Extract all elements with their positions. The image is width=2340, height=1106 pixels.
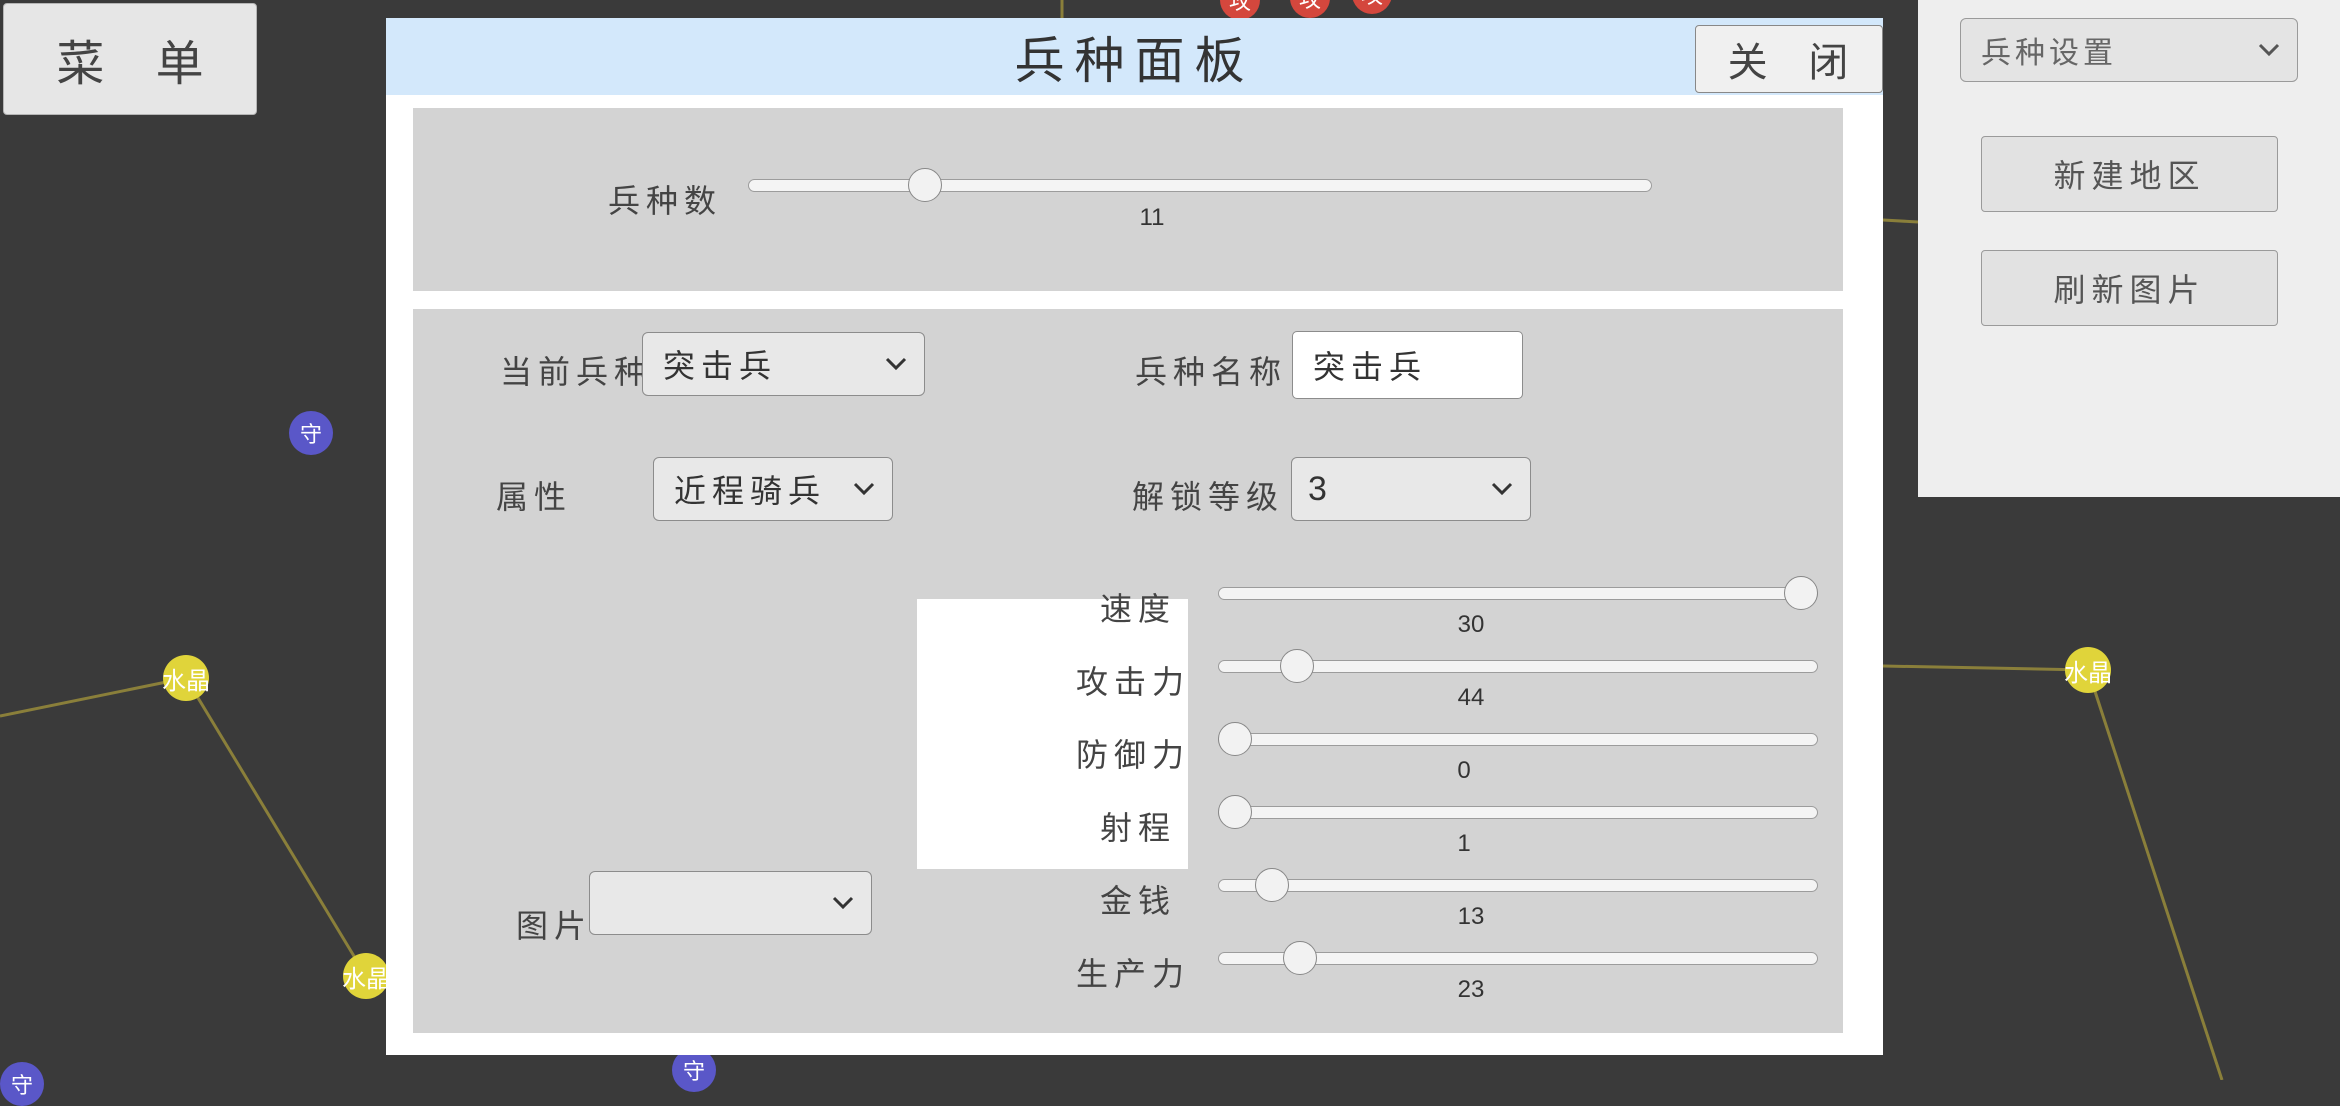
- slider-thumb[interactable]: [1784, 576, 1818, 610]
- attack-label: 攻击力: [1076, 663, 1191, 701]
- slider-track: [1218, 879, 1818, 892]
- map-node-defend[interactable]: 守: [0, 1062, 44, 1106]
- map-road: [1882, 218, 1919, 224]
- slider-thumb[interactable]: [1280, 649, 1315, 683]
- current-unit-select[interactable]: 突击兵: [642, 332, 925, 396]
- side-panel: 兵种设置 新建地区 刷新图片: [1918, 0, 2340, 497]
- attack-slider[interactable]: [1218, 646, 1818, 686]
- chevron-down-icon: [1491, 482, 1513, 496]
- speed-value: 30: [1457, 611, 1485, 638]
- production-label: 生产力: [1076, 955, 1191, 993]
- mode-select[interactable]: 兵种设置: [1960, 18, 2298, 82]
- unit-count-slider[interactable]: [748, 165, 1652, 205]
- money-slider[interactable]: [1218, 865, 1818, 905]
- unit-count-value: 11: [1139, 204, 1165, 231]
- attack-value: 44: [1457, 684, 1485, 711]
- unlock-level-label: 解锁等级: [1132, 478, 1285, 516]
- range-value: 1: [1457, 830, 1471, 857]
- attribute-value: 近程骑兵: [674, 472, 827, 510]
- money-label: 金钱: [1100, 882, 1177, 920]
- dialog-title: 兵种面板: [1014, 31, 1255, 90]
- slider-track: [748, 179, 1652, 192]
- range-label: 射程: [1100, 809, 1177, 847]
- map-road: [0, 676, 187, 718]
- refresh-image-button[interactable]: 刷新图片: [1981, 250, 2278, 326]
- map-node-crystal[interactable]: 水晶: [162, 655, 210, 701]
- unlock-level-select[interactable]: 3: [1291, 457, 1531, 521]
- attribute-select[interactable]: 近程骑兵: [653, 457, 893, 521]
- chevron-down-icon: [885, 357, 907, 371]
- unit-name-label: 兵种名称: [1135, 353, 1288, 391]
- money-value: 13: [1457, 903, 1485, 930]
- unit-name-value: 突击兵: [1313, 348, 1428, 386]
- defense-value: 0: [1457, 757, 1471, 784]
- speed-slider[interactable]: [1218, 573, 1818, 613]
- production-value: 23: [1457, 976, 1485, 1003]
- unit-panel-dialog: 兵种面板 关 闭 兵种数 11 当前兵种 突击兵 兵种名称 突击兵 属性 近程骑…: [386, 18, 1883, 1055]
- slider-track: [1218, 587, 1818, 600]
- unit-count-label: 兵种数: [608, 182, 723, 220]
- mode-select-value: 兵种设置: [1981, 36, 2117, 71]
- range-slider[interactable]: [1218, 792, 1818, 832]
- speed-label: 速度: [1100, 590, 1177, 628]
- map-node-defend[interactable]: 守: [289, 411, 333, 455]
- defense-slider[interactable]: [1218, 719, 1818, 759]
- current-unit-value: 突击兵: [663, 347, 778, 385]
- image-select[interactable]: [589, 871, 872, 935]
- slider-thumb[interactable]: [1218, 722, 1252, 756]
- menu-button[interactable]: 菜 单: [3, 3, 257, 115]
- map-road: [184, 677, 368, 977]
- close-button[interactable]: 关 闭: [1695, 25, 1883, 93]
- slider-thumb[interactable]: [907, 168, 942, 202]
- slider-thumb[interactable]: [1218, 795, 1252, 829]
- map-node-crystal[interactable]: 水晶: [342, 953, 390, 999]
- chevron-down-icon: [2258, 43, 2280, 57]
- production-slider[interactable]: [1218, 938, 1818, 978]
- slider-thumb[interactable]: [1254, 868, 1289, 902]
- chevron-down-icon: [832, 896, 854, 910]
- map-road: [2086, 669, 2224, 1080]
- current-unit-label: 当前兵种: [500, 353, 653, 391]
- slider-track: [1218, 806, 1818, 819]
- map-road: [1882, 664, 2089, 672]
- slider-track: [1218, 733, 1818, 746]
- chevron-down-icon: [853, 482, 875, 496]
- new-region-button[interactable]: 新建地区: [1981, 136, 2278, 212]
- map-node-crystal[interactable]: 水晶: [2064, 647, 2112, 693]
- attribute-label: 属性: [496, 478, 573, 516]
- unit-name-input[interactable]: 突击兵: [1292, 331, 1523, 399]
- defense-label: 防御力: [1076, 736, 1191, 774]
- unlock-level-value: 3: [1308, 469, 1333, 508]
- image-label: 图片: [516, 907, 593, 945]
- slider-thumb[interactable]: [1283, 941, 1318, 975]
